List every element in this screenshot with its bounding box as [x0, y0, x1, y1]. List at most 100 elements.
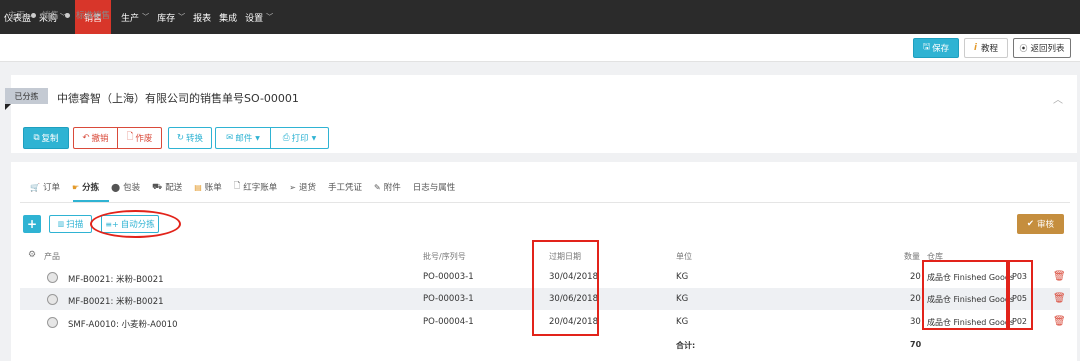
- nav-inventory-label: 库存: [157, 13, 176, 24]
- row-product[interactable]: MF-B0021: 米粉-B0021: [68, 295, 164, 307]
- document-icon: 🗋: [126, 132, 134, 142]
- convert-icon: ↻: [176, 133, 185, 143]
- page-title: 中德睿智（上海）有限公司的销售单号SO-00001: [57, 92, 299, 105]
- check-icon: ✔: [1026, 219, 1035, 229]
- auto-pick-label: 自动分拣: [120, 220, 155, 230]
- column-header-warehouse: 仓库: [927, 252, 943, 261]
- row-unit: KG: [676, 272, 689, 282]
- cart-icon: 🛒: [30, 182, 40, 192]
- document-icon: 🗋: [233, 181, 241, 190]
- back-to-list-button[interactable]: ⦿ 返回列表: [1013, 38, 1071, 58]
- print-button[interactable]: ⎙ 打印 ▼: [270, 127, 329, 149]
- save-button[interactable]: 🖫 保存: [913, 38, 959, 58]
- nav-production[interactable]: 生产 ﹀: [121, 0, 149, 34]
- tab-manual-voucher[interactable]: 手工凭证: [328, 181, 362, 193]
- column-header-qty: 数量: [904, 252, 920, 261]
- void-button[interactable]: 🗋 作废: [117, 127, 162, 149]
- row-warehouse: 成品仓 Finished Goods: [927, 273, 1015, 282]
- breadcrumb-home[interactable]: 主页: [8, 9, 25, 21]
- row-location: P05: [1012, 294, 1028, 303]
- back-label: 返回列表: [1030, 44, 1065, 54]
- nav-settings-label: 设置: [245, 13, 264, 24]
- trash-icon[interactable]: 🗑: [1053, 316, 1066, 327]
- tutorial-button[interactable]: i 教程: [964, 38, 1008, 58]
- copy-button[interactable]: ⧉ 复制: [23, 127, 69, 149]
- gear-icon[interactable]: ⚙: [28, 250, 36, 260]
- review-button[interactable]: ✔ 审核: [1017, 214, 1064, 234]
- row-product[interactable]: MF-B0021: 米粉-B0021: [68, 273, 164, 285]
- tab-delivery[interactable]: ⛟ 配送: [152, 181, 182, 193]
- plus-icon: +: [26, 217, 38, 231]
- status-badge-corner: [5, 104, 11, 110]
- total-qty: 70: [910, 340, 922, 349]
- mail-icon: ✉: [226, 133, 234, 143]
- row-qty: 20: [910, 272, 921, 282]
- tab-attachments[interactable]: ✎ 附件: [374, 181, 401, 194]
- printer-icon: ⎙: [282, 133, 290, 143]
- tab-delivery-label: 配送: [165, 183, 183, 193]
- tab-credit-bill[interactable]: 🗋 红字账单: [234, 180, 277, 194]
- nav-inventory[interactable]: 库存 ﹀: [157, 0, 185, 34]
- scan-label: 扫描: [66, 220, 84, 230]
- row-qty: 20: [910, 294, 921, 304]
- tutorial-label: 教程: [980, 44, 998, 54]
- copy-icon: ⧉: [33, 133, 40, 143]
- row-location: P02: [1012, 317, 1028, 326]
- convert-label: 转换: [186, 134, 204, 144]
- product-image-icon: [47, 317, 58, 328]
- back-icon: ⦿: [1019, 43, 1028, 53]
- convert-button[interactable]: ↻ 转换: [168, 127, 212, 149]
- top-nav: 仪表盘 采购 ﹀ 销售 生产 ﹀ 库存 ﹀ 报表 集成 设置 ﹀: [0, 0, 1080, 34]
- nav-reports[interactable]: 报表: [193, 0, 211, 34]
- tab-active-indicator: [73, 200, 109, 202]
- barcode-icon: ▥: [57, 220, 65, 228]
- print-label: 打印: [291, 134, 309, 144]
- nav-settings[interactable]: 设置 ﹀: [245, 0, 273, 34]
- tab-packing-label: 包装: [123, 183, 141, 193]
- package-icon: ⬤: [111, 182, 121, 192]
- revoke-button[interactable]: ↶ 撤销: [73, 127, 118, 149]
- row-location: P03: [1012, 272, 1028, 281]
- tab-bill-label: 账单: [204, 183, 222, 193]
- chevron-up-icon[interactable]: ︿: [1053, 91, 1063, 106]
- email-label: 邮件: [235, 134, 253, 144]
- auto-pick-button[interactable]: ≡+ 自动分拣: [101, 215, 159, 233]
- tab-credit-bill-label: 红字账单: [243, 183, 278, 193]
- product-image-icon: [47, 272, 58, 283]
- review-label: 审核: [1037, 220, 1055, 230]
- column-header-lot: 批号/序列号: [423, 252, 466, 261]
- tab-picking[interactable]: ☛ 分拣: [72, 181, 99, 194]
- breadcrumb: 主页 销售 标准销售: [8, 9, 110, 21]
- copy-label: 复制: [41, 134, 59, 144]
- bill-icon: ▤: [194, 182, 202, 192]
- trash-icon[interactable]: 🗑: [1053, 271, 1066, 282]
- tab-packing[interactable]: ⬤ 包装: [111, 181, 141, 194]
- row-expiry: 30/06/2018: [549, 294, 598, 304]
- tab-bar: 🛒 订单 ☛ 分拣 ⬤ 包装 ⛟ 配送 ▤ 账单 🗋 红字账单 ➢ 退货 手工凭证 ✎ 附件 日…: [30, 180, 467, 194]
- tab-order[interactable]: 🛒 订单: [30, 181, 60, 194]
- row-unit: KG: [676, 294, 689, 304]
- tab-divider: [20, 202, 1070, 203]
- save-label: 保存: [932, 44, 950, 54]
- add-line-button[interactable]: +: [23, 215, 41, 233]
- chevron-down-icon: ﹀: [142, 13, 150, 21]
- tab-log[interactable]: 日志与属性: [413, 181, 456, 193]
- row-product[interactable]: SMF-A0010: 小麦粉-A0010: [68, 318, 178, 330]
- paperclip-icon: ✎: [374, 182, 381, 192]
- return-icon: ➢: [289, 182, 296, 192]
- breadcrumb-sales[interactable]: 销售: [42, 9, 59, 21]
- breadcrumb-standard-sales: 标准销售: [76, 11, 111, 21]
- caret-down-icon: ▼: [255, 134, 260, 142]
- tab-return[interactable]: ➢ 退货: [289, 181, 316, 194]
- chevron-down-icon: ﹀: [266, 13, 274, 21]
- tab-attachments-label: 附件: [383, 183, 401, 193]
- undo-icon: ↶: [82, 133, 90, 143]
- nav-integration[interactable]: 集成: [219, 0, 237, 34]
- void-label: 作废: [135, 134, 153, 144]
- trash-icon[interactable]: 🗑: [1053, 293, 1066, 304]
- column-header-product: 产品: [44, 252, 60, 261]
- email-button[interactable]: ✉ 邮件 ▼: [215, 127, 271, 149]
- auto-pick-icon: ≡+: [105, 219, 119, 229]
- scan-button[interactable]: ▥ 扫描: [49, 215, 92, 233]
- tab-bill[interactable]: ▤ 账单: [194, 181, 222, 194]
